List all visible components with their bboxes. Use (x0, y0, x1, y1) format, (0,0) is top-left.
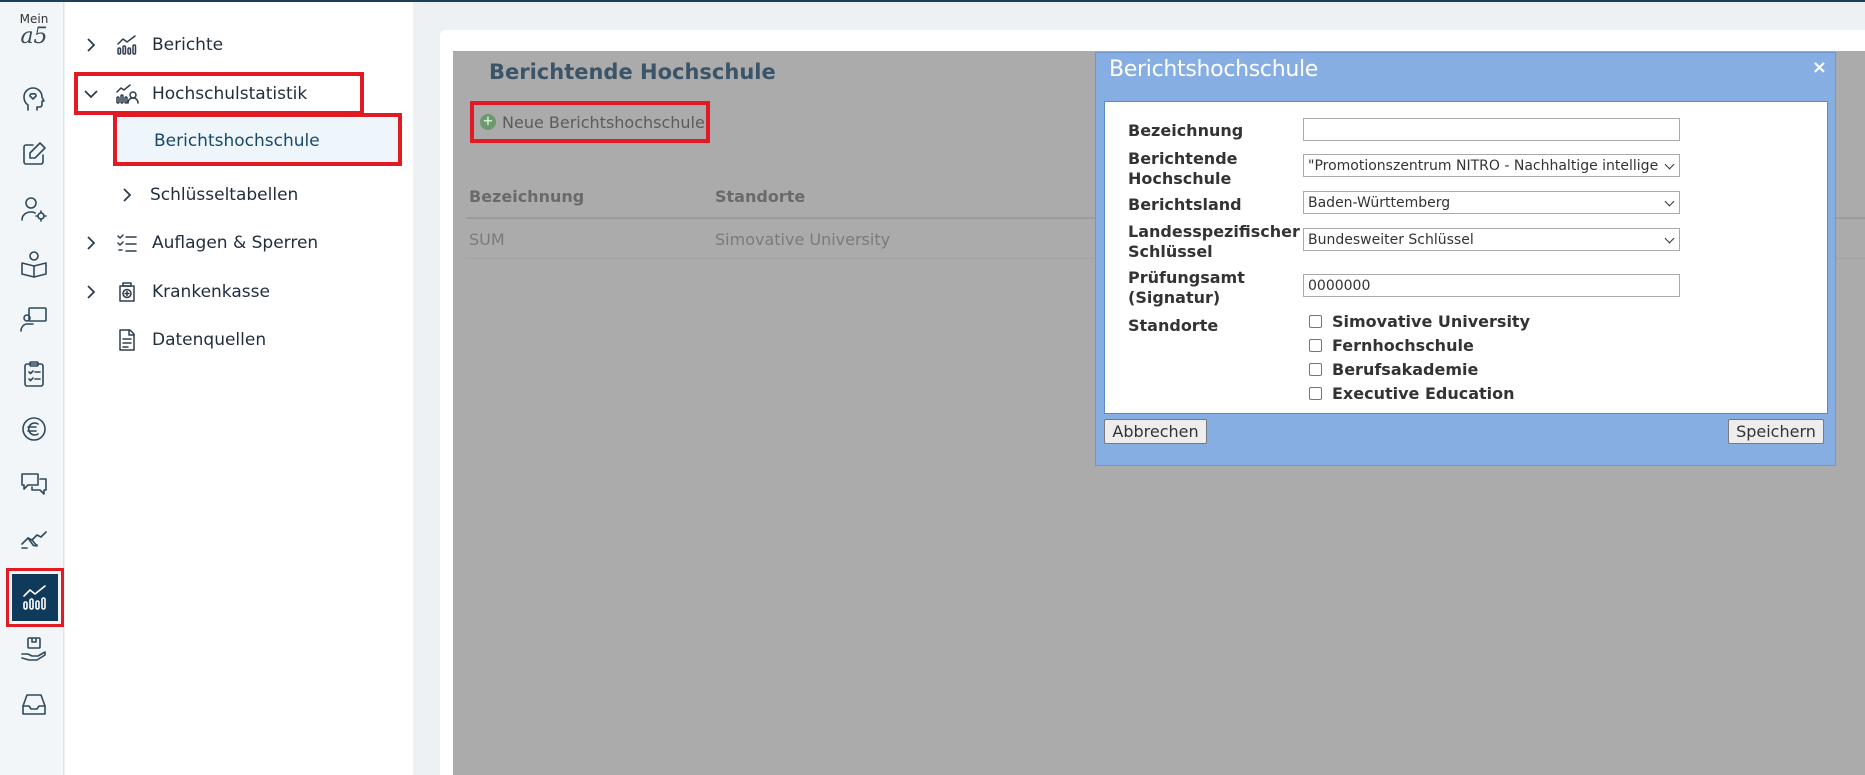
tree-item-schluesseltabellen[interactable]: Schlüsseltabellen (116, 175, 298, 215)
checkbox-label: Fernhochschule (1332, 336, 1474, 355)
icon-rail: Mein a5 (0, 2, 64, 775)
label-line-2: Schlüssel (1128, 242, 1213, 261)
tree-item-hochschulstatistik[interactable]: Hochschulstatistik (80, 74, 307, 114)
tree-item-label: Schlüsseltabellen (150, 185, 299, 205)
select-value: "Promotionszentrum NITRO - Nachhaltige i… (1308, 157, 1658, 174)
bezeichnung-input[interactable] (1303, 118, 1680, 141)
euro-icon[interactable] (14, 409, 54, 449)
checkbox-label: Berufsakademie (1332, 360, 1479, 379)
chart-people-icon (114, 81, 140, 107)
dialog-body: Bezeichnung Berichtende Hochschule "Prom… (1104, 101, 1828, 414)
checkbox-label: Executive Education (1332, 384, 1515, 403)
checkbox-box[interactable] (1309, 315, 1322, 328)
new-button-label: Neue Berichtshochschule (502, 112, 705, 132)
medical-bag-icon (114, 279, 140, 305)
clipboard-list-icon[interactable] (14, 354, 54, 394)
label-line-1: Landesspezifischer (1128, 222, 1300, 241)
table-cell-bezeichnung[interactable]: SUM (469, 230, 505, 249)
select-value: Baden-Württemberg (1308, 194, 1451, 211)
user-settings-icon[interactable] (14, 189, 54, 229)
page-title: Berichtende Hochschule (489, 60, 776, 84)
document-icon (114, 327, 140, 353)
teacher-board-icon[interactable] (14, 299, 54, 339)
app-logo[interactable]: Mein a5 (8, 12, 60, 48)
bezeichnung-label: Bezeichnung (1128, 121, 1244, 140)
pruefungsamt-label: Prüfungsamt (Signatur) (1128, 268, 1245, 308)
label-line-2: (Signatur) (1128, 288, 1221, 307)
new-berichtshochschule-button[interactable]: + Neue Berichtshochschule (470, 101, 710, 143)
edit-icon[interactable] (14, 134, 54, 174)
checkbox-executive-education[interactable]: Executive Education (1309, 384, 1515, 403)
save-button[interactable]: Speichern (1728, 419, 1824, 444)
chevron-right-icon[interactable] (80, 232, 102, 254)
column-header-standorte[interactable]: Standorte (715, 187, 805, 206)
berichtsland-label: Berichtsland (1128, 195, 1242, 214)
pruefungsamt-input[interactable]: 0000000 (1303, 274, 1680, 297)
berichtende-hochschule-select[interactable]: "Promotionszentrum NITRO - Nachhaltige i… (1303, 154, 1680, 177)
select-value: Bundesweiter Schlüssel (1308, 231, 1474, 248)
tree-item-label: Auflagen & Sperren (152, 233, 319, 253)
statistics-icon[interactable] (12, 574, 58, 621)
landesspezifischer-schluessel-select[interactable]: Bundesweiter Schlüssel (1303, 228, 1680, 251)
standorte-label: Standorte (1128, 316, 1219, 335)
close-icon[interactable]: × (1812, 57, 1827, 78)
landesspezifischer-schluessel-label: Landesspezifischer Schlüssel (1128, 222, 1300, 262)
checkbox-label: Simovative University (1332, 312, 1531, 331)
dialog-title: Berichtshochschule (1109, 57, 1319, 82)
tree-item-label: Datenquellen (152, 330, 267, 350)
chevron-right-icon[interactable] (80, 281, 102, 303)
label-line-1: Berichtende (1128, 149, 1238, 168)
chart-icon (114, 32, 140, 58)
checkbox-simovative-university[interactable]: Simovative University (1309, 312, 1530, 331)
checkbox-fernhochschule[interactable]: Fernhochschule (1309, 336, 1474, 355)
tree-item-label: Krankenkasse (152, 282, 270, 302)
logo-text-big: a5 (20, 24, 48, 49)
handshake-icon[interactable] (14, 519, 54, 559)
chat-icon[interactable] (14, 464, 54, 504)
berichtende-hochschule-label: Berichtende Hochschule (1128, 149, 1238, 189)
cancel-button[interactable]: Abbrechen (1104, 419, 1207, 444)
inbox-icon[interactable] (14, 684, 54, 724)
berichtsland-select[interactable]: Baden-Württemberg (1303, 191, 1680, 214)
label-line-1: Prüfungsamt (1128, 268, 1245, 287)
checklist-icon (114, 230, 140, 256)
tree-item-label: Hochschulstatistik (152, 84, 308, 104)
tree-item-auflagen-sperren[interactable]: Auflagen & Sperren (80, 223, 318, 263)
table-cell-standorte[interactable]: Simovative University (715, 230, 890, 249)
checkbox-box[interactable] (1309, 363, 1322, 376)
label-line-2: Hochschule (1128, 169, 1232, 188)
berichtshochschule-dialog: Berichtshochschule × Bezeichnung Bericht… (1095, 52, 1836, 466)
tree-item-label: Berichte (152, 35, 224, 55)
highlight-berichtshochschule (113, 113, 402, 166)
hand-box-icon[interactable] (14, 629, 54, 669)
column-header-bezeichnung[interactable]: Bezeichnung (469, 187, 584, 206)
checkbox-berufsakademie[interactable]: Berufsakademie (1309, 360, 1478, 379)
tree-item-datenquellen[interactable]: Datenquellen (114, 320, 266, 360)
rail-active-highlight (6, 568, 64, 627)
head-heart-icon[interactable] (14, 79, 54, 119)
chevron-down-icon[interactable] (80, 83, 102, 105)
book-person-icon[interactable] (14, 244, 54, 284)
checkbox-box[interactable] (1309, 339, 1322, 352)
tree-item-krankenkasse[interactable]: Krankenkasse (80, 272, 270, 312)
checkbox-box[interactable] (1309, 387, 1322, 400)
chevron-right-icon[interactable] (116, 184, 138, 206)
chevron-right-icon[interactable] (80, 34, 102, 56)
plus-circle-icon: + (480, 114, 496, 130)
tree-item-berichte[interactable]: Berichte (80, 25, 223, 65)
